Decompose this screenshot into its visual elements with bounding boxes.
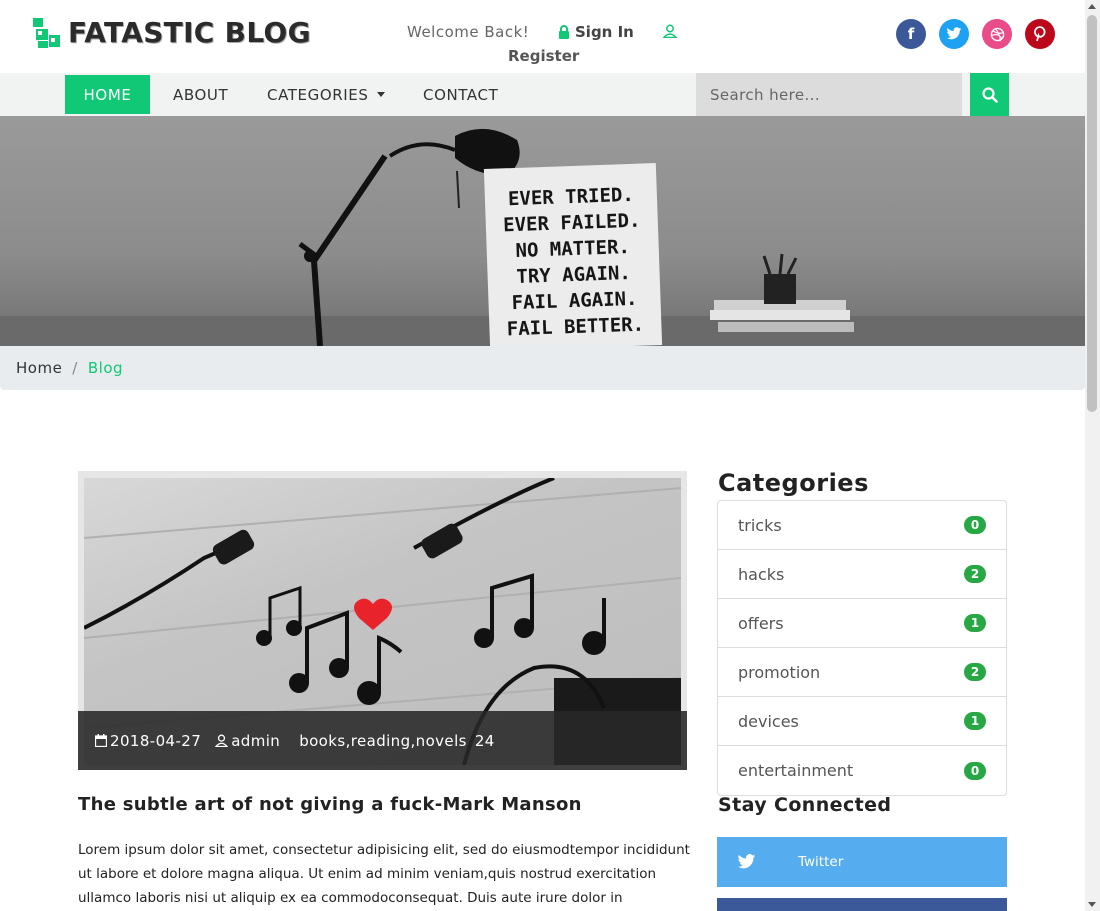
poster-text: EVER TRIED. EVER FAILED. NO MATTER. TRY …	[485, 181, 662, 343]
scrollbar-thumb[interactable]	[1087, 15, 1097, 412]
breadcrumb-separator: /	[72, 359, 78, 377]
twitter-label: Twitter	[798, 854, 844, 870]
post-author[interactable]: admin	[215, 732, 280, 750]
post-excerpt: Lorem ipsum dolor sit amet, consectetur …	[78, 842, 690, 906]
category-name: offers	[738, 613, 784, 633]
categories-heading: Categories	[718, 469, 869, 497]
category-name: tricks	[738, 515, 782, 535]
nav-about-label: ABOUT	[173, 85, 229, 104]
category-item-hacks[interactable]: hacks 2	[718, 550, 1006, 599]
twitter-icon	[737, 854, 756, 869]
category-name: devices	[738, 711, 799, 731]
category-item-devices[interactable]: devices 1	[718, 697, 1006, 746]
breadcrumb-home[interactable]: Home	[16, 359, 62, 377]
facebook-follow-button[interactable]	[717, 898, 1007, 911]
category-count-badge: 2	[964, 565, 986, 583]
post-card[interactable]: 2018-04-27 admin books,reading,novels 24	[78, 471, 687, 770]
category-item-promotion[interactable]: promotion 2	[718, 648, 1006, 697]
nav-about[interactable]: ABOUT	[173, 75, 228, 114]
nav-categories-dropdown[interactable]: CATEGORIES	[267, 75, 385, 114]
post-comment-count: 24	[475, 732, 495, 750]
poster-line: FAIL BETTER.	[506, 313, 645, 341]
logo-text: FATASTIC BLOG	[68, 16, 311, 49]
sign-in-label: Sign In	[575, 23, 634, 41]
post-tags-text: books,reading,novels	[299, 731, 467, 750]
breadcrumb-current: Blog	[87, 359, 124, 377]
post-date: 2018-04-27	[95, 732, 201, 750]
main-nav: HOME ABOUT CATEGORIES CONTACT	[0, 73, 1085, 116]
category-name: promotion	[738, 662, 821, 682]
search-input[interactable]	[696, 73, 962, 116]
category-name: hacks	[738, 564, 785, 584]
sign-in-link[interactable]: Sign In	[558, 23, 634, 41]
stay-connected-heading: Stay Connected	[718, 794, 892, 816]
category-count-badge: 1	[964, 614, 986, 632]
user-icon[interactable]	[663, 24, 677, 38]
category-count-badge: 0	[964, 761, 986, 780]
nav-contact-label: CONTACT	[423, 85, 499, 104]
category-item-tricks[interactable]: tricks 0	[718, 501, 1006, 550]
scroll-down-arrow-icon[interactable]	[1088, 902, 1096, 907]
facebook-icon[interactable]: f	[896, 19, 926, 49]
welcome-text: Welcome Back!	[407, 23, 530, 41]
category-count-badge: 2	[964, 663, 986, 681]
dribbble-icon[interactable]	[982, 19, 1012, 49]
nav-categories-label: CATEGORIES	[267, 85, 369, 104]
post-tags[interactable]: books,reading,novels	[299, 732, 467, 750]
logo-icon	[33, 17, 60, 48]
category-item-entertainment[interactable]: entertainment 0	[718, 746, 1006, 795]
twitter-follow-button[interactable]: Twitter	[717, 837, 1007, 887]
post-author-text: admin	[231, 731, 281, 750]
register-link[interactable]: Register	[508, 47, 579, 65]
twitter-icon[interactable]	[939, 19, 969, 49]
category-name: entertainment	[738, 761, 854, 780]
search-icon	[981, 86, 998, 103]
pinterest-icon[interactable]	[1025, 19, 1055, 49]
nav-contact[interactable]: CONTACT	[423, 75, 498, 114]
calendar-icon	[95, 734, 107, 747]
social-links: f	[896, 19, 1055, 49]
user-icon	[215, 734, 229, 747]
breadcrumb: Home / Blog	[0, 346, 1085, 390]
caret-down-icon	[376, 92, 385, 97]
category-count-badge: 0	[964, 516, 986, 534]
post-meta: 2018-04-27 admin books,reading,novels 24	[78, 711, 687, 770]
category-item-offers[interactable]: offers 1	[718, 599, 1006, 648]
scroll-up-arrow-icon[interactable]	[1088, 4, 1096, 9]
nav-home[interactable]: HOME	[65, 75, 150, 114]
site-logo[interactable]: FATASTIC BLOG	[32, 16, 311, 49]
category-count-badge: 1	[964, 712, 986, 730]
search-button[interactable]	[970, 73, 1009, 116]
motivational-poster: EVER TRIED. EVER FAILED. NO MATTER. TRY …	[483, 163, 663, 346]
post-count-text: 24	[474, 731, 495, 750]
post-date-text: 2018-04-27	[110, 731, 202, 750]
post-title[interactable]: The subtle art of not giving a fuck-Mark…	[78, 794, 582, 815]
nav-home-label: HOME	[83, 85, 132, 104]
categories-list: tricks 0 hacks 2 offers 1 promotion 2 de…	[717, 500, 1007, 796]
lock-icon	[559, 25, 569, 39]
hero-banner: EVER TRIED. EVER FAILED. NO MATTER. TRY …	[0, 116, 1085, 346]
page-scrollbar[interactable]	[1085, 0, 1100, 911]
site-header: FATASTIC BLOG Welcome Back! Sign In Regi…	[0, 0, 1085, 73]
